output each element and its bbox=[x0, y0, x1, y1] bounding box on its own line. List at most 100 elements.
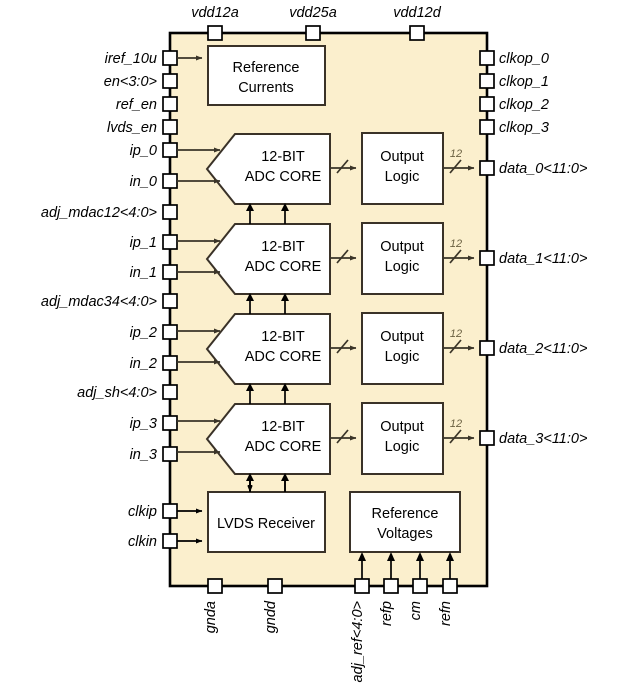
block-output-logic-3-line1: Output bbox=[380, 419, 424, 435]
pin-label-gnda: gnda bbox=[203, 601, 219, 633]
pin-label-iref-10u: iref_10u bbox=[105, 51, 157, 67]
pin-label-en: en<3:0> bbox=[104, 74, 157, 90]
pin-label-clkop-2: clkop_2 bbox=[499, 97, 549, 113]
pin-label-refp: refp bbox=[379, 601, 395, 626]
pin-label-ref-en: ref_en bbox=[116, 97, 157, 113]
block-adc-core-3-line1: 12-BIT bbox=[261, 419, 305, 435]
block-output-logic-1-line1: Output bbox=[380, 239, 424, 255]
block-output-logic-1-line2: Logic bbox=[385, 259, 420, 275]
block-adc-core-2-line2: ADC CORE bbox=[245, 349, 322, 365]
pin-en[interactable] bbox=[162, 73, 178, 89]
bus-width-data2: 12 bbox=[450, 328, 462, 340]
block-adc-core-1-line1: 12-BIT bbox=[261, 239, 305, 255]
block-reference-voltages-line2: Voltages bbox=[377, 526, 433, 542]
block-output-logic-0-line1: Output bbox=[380, 149, 424, 165]
pin-label-clkop-3: clkop_3 bbox=[499, 120, 549, 136]
pin-label-data-3: data_3<11:0> bbox=[499, 431, 587, 447]
block-adc-core-3-line2: ADC CORE bbox=[245, 439, 322, 455]
block-adc-core-2-line1: 12-BIT bbox=[261, 329, 305, 345]
pin-ip-0[interactable] bbox=[162, 142, 178, 158]
pin-iref-10u[interactable] bbox=[162, 50, 178, 66]
pin-label-refn: refn bbox=[438, 601, 454, 626]
pin-clkop-2[interactable] bbox=[479, 96, 495, 112]
pin-label-vdd12a: vdd12a bbox=[191, 5, 239, 21]
pin-gnda[interactable] bbox=[207, 578, 223, 594]
bottom-pins: gnda gndd adj_ref<4:0> refp cm refn bbox=[203, 578, 458, 682]
pin-label-ip-1: ip_1 bbox=[130, 235, 157, 251]
bus-width-data1: 12 bbox=[450, 238, 462, 250]
block-output-logic-0-line2: Logic bbox=[385, 169, 420, 185]
pin-lvds-en[interactable] bbox=[162, 119, 178, 135]
pin-label-clkop-1: clkop_1 bbox=[499, 74, 549, 90]
block-reference-voltages: Reference Voltages bbox=[349, 491, 461, 553]
block-lvds-receiver-label: LVDS Receiver bbox=[217, 516, 315, 532]
pin-label-ip-0: ip_0 bbox=[130, 143, 157, 159]
block-diagram-canvas: vdd12a vdd25a vdd12d iref_10u en<3:0> re… bbox=[0, 0, 628, 700]
pin-in-2[interactable] bbox=[162, 355, 178, 371]
pin-in-0[interactable] bbox=[162, 173, 178, 189]
left-pins: iref_10u en<3:0> ref_en lvds_en ip_0 in_… bbox=[41, 50, 178, 550]
pin-label-vdd25a: vdd25a bbox=[289, 5, 337, 21]
pin-label-adj-sh: adj_sh<4:0> bbox=[77, 385, 157, 401]
pin-label-ip-2: ip_2 bbox=[130, 325, 157, 341]
pin-in-1[interactable] bbox=[162, 264, 178, 280]
pin-ip-3[interactable] bbox=[162, 415, 178, 431]
pin-in-3[interactable] bbox=[162, 446, 178, 462]
chip-block-diagram: vdd12a vdd25a vdd12d iref_10u en<3:0> re… bbox=[41, 5, 588, 682]
pin-label-in-0: in_0 bbox=[130, 174, 157, 190]
block-adc-core-0-line2: ADC CORE bbox=[245, 169, 322, 185]
pin-data-0[interactable] bbox=[479, 160, 495, 176]
pin-clkop-0[interactable] bbox=[479, 50, 495, 66]
block-adc-core-0-line1: 12-BIT bbox=[261, 149, 305, 165]
pin-label-adj-mdac12: adj_mdac12<4:0> bbox=[41, 205, 157, 221]
pin-cm[interactable] bbox=[412, 578, 428, 594]
pin-refp[interactable] bbox=[383, 578, 399, 594]
pin-label-in-2: in_2 bbox=[130, 356, 157, 372]
pin-clkip[interactable] bbox=[162, 503, 178, 519]
pin-adj-mdac12[interactable] bbox=[162, 204, 178, 220]
right-pins: clkop_0 clkop_1 clkop_2 clkop_3 data_0<1… bbox=[479, 50, 587, 447]
pin-label-gndd: gndd bbox=[263, 600, 279, 633]
block-reference-voltages-line1: Reference bbox=[372, 506, 439, 522]
pin-ip-2[interactable] bbox=[162, 324, 178, 340]
block-lvds-receiver: LVDS Receiver bbox=[207, 491, 326, 553]
pin-vdd12d[interactable] bbox=[409, 25, 425, 41]
block-output-logic-2-line2: Logic bbox=[385, 349, 420, 365]
pin-adj-sh[interactable] bbox=[162, 384, 178, 400]
pin-label-data-1: data_1<11:0> bbox=[499, 251, 587, 267]
pin-label-data-0: data_0<11:0> bbox=[499, 161, 587, 177]
pin-vdd12a[interactable] bbox=[207, 25, 223, 41]
pin-refn[interactable] bbox=[442, 578, 458, 594]
pin-label-clkip: clkip bbox=[128, 504, 157, 520]
pin-vdd25a[interactable] bbox=[305, 25, 321, 41]
pin-label-data-2: data_2<11:0> bbox=[499, 341, 587, 357]
pin-data-3[interactable] bbox=[479, 430, 495, 446]
pin-label-ip-3: ip_3 bbox=[130, 416, 157, 432]
block-reference-currents: Reference Currents bbox=[207, 45, 326, 106]
block-reference-currents-line1: Reference bbox=[233, 60, 300, 76]
pin-data-2[interactable] bbox=[479, 340, 495, 356]
pin-label-clkop-0: clkop_0 bbox=[499, 51, 549, 67]
pin-label-cm: cm bbox=[408, 601, 424, 620]
pin-clkop-1[interactable] bbox=[479, 73, 495, 89]
block-reference-currents-line2: Currents bbox=[238, 80, 294, 96]
bus-width-data0: 12 bbox=[450, 148, 462, 160]
pin-label-in-1: in_1 bbox=[130, 265, 157, 281]
pin-clkin[interactable] bbox=[162, 533, 178, 549]
block-output-logic-2-line1: Output bbox=[380, 329, 424, 345]
pin-label-adj-ref: adj_ref<4:0> bbox=[350, 601, 366, 682]
pin-ref-en[interactable] bbox=[162, 96, 178, 112]
pin-label-clkin: clkin bbox=[128, 534, 157, 550]
pin-data-1[interactable] bbox=[479, 250, 495, 266]
block-output-logic-3-line2: Logic bbox=[385, 439, 420, 455]
pin-label-lvds-en: lvds_en bbox=[107, 120, 157, 136]
pin-adj-mdac34[interactable] bbox=[162, 293, 178, 309]
pin-clkop-3[interactable] bbox=[479, 119, 495, 135]
pin-adj-ref[interactable] bbox=[354, 578, 370, 594]
pin-gndd[interactable] bbox=[267, 578, 283, 594]
block-adc-core-1-line2: ADC CORE bbox=[245, 259, 322, 275]
pin-label-adj-mdac34: adj_mdac34<4:0> bbox=[41, 294, 157, 310]
pin-ip-1[interactable] bbox=[162, 234, 178, 250]
pin-label-in-3: in_3 bbox=[130, 447, 157, 463]
bus-width-data3: 12 bbox=[450, 418, 462, 430]
